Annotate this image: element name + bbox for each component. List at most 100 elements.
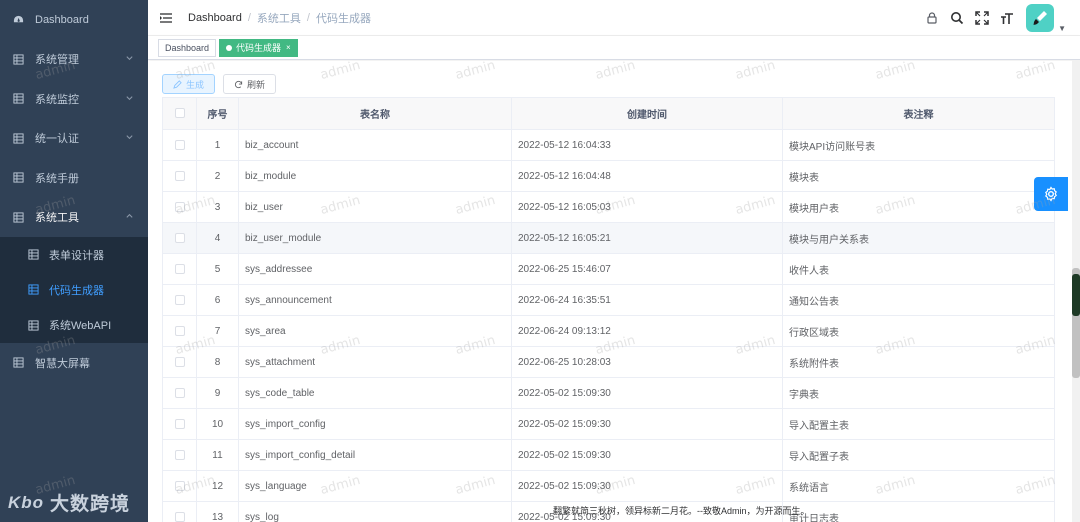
sidebar-item-smart-screen[interactable]: 智慧大屏幕 <box>0 343 148 383</box>
table-row[interactable]: 3 biz_user 2022-05-12 16:05:03 模块用户表 <box>162 191 1055 223</box>
cell-index: 9 <box>196 377 239 409</box>
column-header-table-name: 表名称 <box>238 97 512 130</box>
row-checkbox[interactable] <box>162 160 197 192</box>
cell-index: 2 <box>196 160 239 192</box>
table-row[interactable]: 2 biz_module 2022-05-12 16:04:48 模块表 <box>162 160 1055 192</box>
grid-icon <box>13 212 24 223</box>
table-row[interactable]: 4 biz_user_module 2022-05-12 16:05:21 模块与用户… <box>162 222 1055 254</box>
breadcrumb-separator: / <box>306 11 310 24</box>
sidebar-item-label: 智慧大屏幕 <box>35 357 90 370</box>
cell-comment: 模块API访问账号表 <box>782 129 1055 161</box>
search-icon[interactable] <box>950 11 964 25</box>
cell-index: 4 <box>196 222 239 254</box>
row-checkbox[interactable] <box>162 439 197 471</box>
cell-index: 5 <box>196 253 239 285</box>
cell-comment: 模块与用户关系表 <box>782 222 1055 254</box>
grid-icon <box>13 357 24 368</box>
sidebar-item-code-generator[interactable]: 代码生成器 <box>0 272 148 307</box>
cell-index: 1 <box>196 129 239 161</box>
refresh-button[interactable]: 刷新 <box>223 74 277 94</box>
scrollbar-grip[interactable] <box>1072 274 1080 316</box>
sidebar-item-system-tools[interactable]: 系统工具 <box>0 198 148 238</box>
row-checkbox[interactable] <box>162 315 197 347</box>
breadcrumb: Dashboard / 系统工具 / 代码生成器 <box>188 10 371 26</box>
table-row[interactable]: 7 sys_area 2022-06-24 09:13:12 行政区域表 <box>162 315 1055 347</box>
brand-logo-mark: Kbo <box>8 492 45 512</box>
table-row[interactable]: 11 sys_import_config_detail 2022-05-02 15:… <box>162 439 1055 471</box>
row-checkbox[interactable] <box>162 253 197 285</box>
cell-comment: 行政区域表 <box>782 315 1055 347</box>
breadcrumb-item-system-tools: 系统工具 <box>256 12 301 25</box>
column-header-create-time: 创建时间 <box>511 97 783 130</box>
caret-down-icon: ▼ <box>1058 24 1066 33</box>
cell-create-time: 2022-06-24 09:13:12 <box>511 315 783 347</box>
tag-label: Dashboard <box>165 42 210 53</box>
row-checkbox[interactable] <box>162 408 197 440</box>
table-row[interactable]: 5 sys_addressee 2022-06-25 15:46:07 收件人表 <box>162 253 1055 285</box>
row-checkbox[interactable] <box>162 501 197 522</box>
grid-icon <box>28 320 39 331</box>
tag-dashboard[interactable]: Dashboard <box>158 38 217 57</box>
cell-create-time: 2022-06-25 10:28:03 <box>511 346 783 378</box>
cell-table-name: sys_announcement <box>238 284 512 316</box>
fullscreen-icon[interactable] <box>975 11 989 25</box>
cell-index: 10 <box>196 408 239 440</box>
table-header-row: 序号 表名称 创建时间 表注释 <box>162 97 1055 130</box>
cell-comment: 审计日志表 <box>782 501 1055 522</box>
cell-table-name: biz_account <box>238 129 512 161</box>
cell-comment: 模块用户表 <box>782 191 1055 223</box>
cell-index: 13 <box>196 501 239 522</box>
sidebar-item-label: 代码生成器 <box>49 284 104 297</box>
cell-create-time: 2022-05-12 16:04:33 <box>511 129 783 161</box>
close-icon[interactable]: × <box>286 40 291 56</box>
font-size-icon[interactable] <box>1000 11 1014 25</box>
table-row[interactable]: 10 sys_import_config 2022-05-02 15:09:30 导入… <box>162 408 1055 440</box>
chevron-down-icon <box>125 54 134 65</box>
grid-icon <box>13 172 24 183</box>
lock-icon[interactable] <box>925 11 939 25</box>
sidebar-item-system-webapi[interactable]: 系统WebAPI <box>0 308 148 343</box>
tag-code-generator[interactable]: 代码生成器 × <box>219 38 298 57</box>
cell-table-name: sys_addressee <box>238 253 512 285</box>
row-checkbox[interactable] <box>162 284 197 316</box>
avatar[interactable]: ▼ <box>1026 4 1066 33</box>
table-row[interactable]: 12 sys_language 2022-05-02 15:09:30 系统语言 <box>162 470 1055 502</box>
settings-button[interactable] <box>1034 177 1068 211</box>
main-content: 生成 刷新 序号 表名称 创建时间 表注释 1 biz_account 2022-0… <box>148 61 1080 522</box>
row-checkbox[interactable] <box>162 222 197 254</box>
table-row[interactable]: 1 biz_account 2022-05-12 16:04:33 模块API访问账号… <box>162 129 1055 161</box>
cell-table-name: sys_log <box>238 501 512 522</box>
table-row[interactable]: 6 sys_announcement 2022-06-24 16:35:51 通知公告… <box>162 284 1055 316</box>
sidebar-item-label: 表单设计器 <box>49 249 104 262</box>
row-checkbox[interactable] <box>162 377 197 409</box>
row-checkbox[interactable] <box>162 346 197 378</box>
sidebar-item-unified-auth[interactable]: 统一认证 <box>0 119 148 159</box>
cell-comment: 模块表 <box>782 160 1055 192</box>
refresh-icon <box>234 80 243 88</box>
row-checkbox[interactable] <box>162 191 197 223</box>
table-row[interactable]: 9 sys_code_table 2022-05-02 15:09:30 字典表 <box>162 377 1055 409</box>
select-all-checkbox[interactable] <box>162 97 197 130</box>
sidebar-item-dashboard[interactable]: Dashboard <box>0 0 148 40</box>
cell-create-time: 2022-06-24 16:35:51 <box>511 284 783 316</box>
generate-button[interactable]: 生成 <box>162 74 216 94</box>
sidebar-item-system-manual[interactable]: 系统手册 <box>0 158 148 198</box>
sidebar-item-system-monitor[interactable]: 系统监控 <box>0 79 148 119</box>
brand-text: 大数跨境 <box>50 494 131 515</box>
breadcrumb-separator: / <box>247 11 251 24</box>
hamburger-icon[interactable] <box>160 12 172 24</box>
chevron-down-icon <box>125 133 134 144</box>
table-row[interactable]: 8 sys_attachment 2022-06-25 10:28:03 系统附件表 <box>162 346 1055 378</box>
row-checkbox[interactable] <box>162 470 197 502</box>
cell-comment: 系统附件表 <box>782 346 1055 378</box>
cell-table-name: biz_module <box>238 160 512 192</box>
generate-button-label: 生成 <box>186 79 205 90</box>
refresh-button-label: 刷新 <box>247 79 266 90</box>
breadcrumb-item-dashboard[interactable]: Dashboard <box>188 12 242 24</box>
scrollbar[interactable] <box>1072 60 1080 522</box>
sidebar-item-system-management[interactable]: 系统管理 <box>0 40 148 80</box>
sidebar-item-form-designer[interactable]: 表单设计器 <box>0 237 148 272</box>
row-checkbox[interactable] <box>162 129 197 161</box>
breadcrumb-item-code-generator: 代码生成器 <box>315 12 371 25</box>
sidebar-item-label: 系统WebAPI <box>49 320 112 333</box>
